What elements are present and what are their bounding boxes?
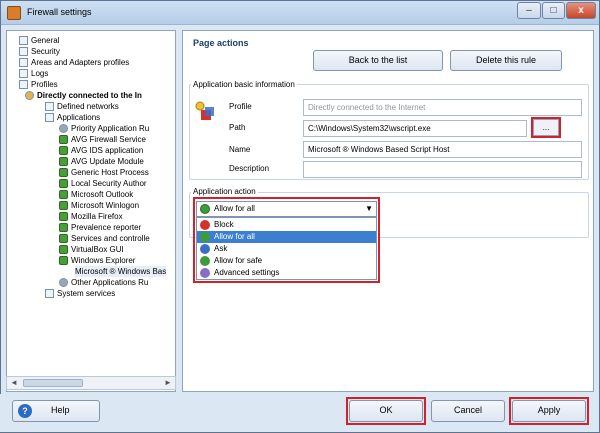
page-icon: [45, 113, 54, 123]
allow-icon: [59, 201, 68, 211]
title-bar: Firewall settings – □ x: [1, 1, 599, 25]
profile-field: Directly connected to the Internet: [303, 99, 582, 116]
page-actions-title: Page actions: [193, 38, 249, 48]
tree-item-app[interactable]: Microsoft Outlook: [59, 189, 133, 200]
page-icon: [19, 69, 28, 79]
description-field[interactable]: [303, 161, 582, 178]
path-field[interactable]: C:\Windows\System32\wscript.exe: [303, 120, 527, 137]
minimize-button[interactable]: –: [517, 2, 541, 19]
highlight-app-action: [193, 197, 380, 283]
close-button[interactable]: x: [566, 2, 596, 19]
allow-icon: [59, 256, 68, 266]
tree-item-app[interactable]: Local Security Author: [59, 178, 147, 189]
highlight-apply: [509, 397, 589, 425]
gear-icon: [59, 124, 68, 134]
user-icon: [25, 91, 34, 101]
gear-icon: [59, 278, 68, 288]
allow-icon: [59, 179, 68, 189]
tree-item-app[interactable]: Priority Application Ru: [59, 123, 149, 134]
tree-item-app[interactable]: AVG IDS application: [59, 145, 143, 156]
back-to-list-button[interactable]: Back to the list: [313, 50, 443, 71]
allow-icon: [59, 245, 68, 255]
page-icon: [19, 36, 28, 46]
window-title: Firewall settings: [27, 7, 92, 17]
tree-item-app[interactable]: Windows Explorer: [59, 255, 135, 266]
tree-item-app[interactable]: Microsoft Winlogon: [59, 200, 139, 211]
cancel-button[interactable]: Cancel: [431, 400, 505, 422]
tree-item-defined-networks[interactable]: Defined networks: [45, 101, 119, 112]
allow-icon: [59, 157, 68, 167]
tree-item-app-selected[interactable]: Microsoft ® Windows Bas: [75, 266, 167, 277]
page-icon: [19, 58, 28, 68]
basic-info-label: Application basic information: [191, 80, 297, 89]
page-icon: [19, 80, 28, 90]
help-button[interactable]: ? Help: [12, 400, 100, 422]
tree-item-app[interactable]: Services and controlle: [59, 233, 150, 244]
path-label: Path: [229, 123, 246, 132]
firewall-icon: [7, 6, 21, 20]
tree-item-app[interactable]: AVG Update Module: [59, 156, 144, 167]
allow-icon: [59, 212, 68, 222]
tree-item-profile-direct[interactable]: Directly connected to the In: [25, 90, 142, 101]
tree-item-applications[interactable]: Applications: [45, 112, 100, 123]
tree-item-general[interactable]: General: [19, 35, 59, 46]
tree-item-app[interactable]: Mozilla Firefox: [59, 211, 123, 222]
tree-item-areas-adapters[interactable]: Areas and Adapters profiles: [19, 57, 129, 68]
profile-label: Profile: [229, 102, 252, 111]
tree-item-app[interactable]: AVG Firewall Service: [59, 134, 146, 145]
tree-item-app[interactable]: Prevalence reporter: [59, 222, 141, 233]
allow-icon: [59, 223, 68, 233]
delete-rule-button[interactable]: Delete this rule: [450, 50, 562, 71]
allow-icon: [59, 234, 68, 244]
allow-icon: [59, 135, 68, 145]
app-action-label: Application action: [191, 187, 258, 196]
settings-tree[interactable]: General Security Areas and Adapters prof…: [6, 30, 176, 392]
maximize-button[interactable]: □: [542, 2, 565, 19]
allow-icon: [59, 146, 68, 156]
name-field[interactable]: Microsoft ® Windows Based Script Host: [303, 141, 582, 158]
allow-icon: [59, 190, 68, 200]
description-label: Description: [229, 164, 270, 173]
name-label: Name: [229, 145, 251, 154]
scroll-thumb[interactable]: [23, 379, 83, 387]
tree-item-app[interactable]: Generic Host Process: [59, 167, 149, 178]
page-icon: [45, 102, 54, 112]
highlight-ok: [346, 397, 426, 425]
tree-item-system-services[interactable]: System services: [45, 288, 115, 299]
scroll-right-button[interactable]: ►: [161, 377, 175, 389]
allow-icon: [59, 168, 68, 178]
page-icon: [19, 47, 28, 57]
help-icon: ?: [18, 404, 32, 418]
tree-item-logs[interactable]: Logs: [19, 68, 48, 79]
tree-item-security[interactable]: Security: [19, 46, 60, 57]
scroll-left-button[interactable]: ◄: [7, 377, 21, 389]
page-icon: [45, 289, 54, 299]
tree-item-app[interactable]: Other Applications Ru: [59, 277, 148, 288]
tree-item-app[interactable]: VirtualBox GUI: [59, 244, 124, 255]
application-icon: [195, 101, 214, 120]
tree-horizontal-scrollbar[interactable]: ◄ ►: [6, 376, 176, 390]
tree-item-profiles[interactable]: Profiles: [19, 79, 58, 90]
highlight-browse: [531, 117, 561, 138]
